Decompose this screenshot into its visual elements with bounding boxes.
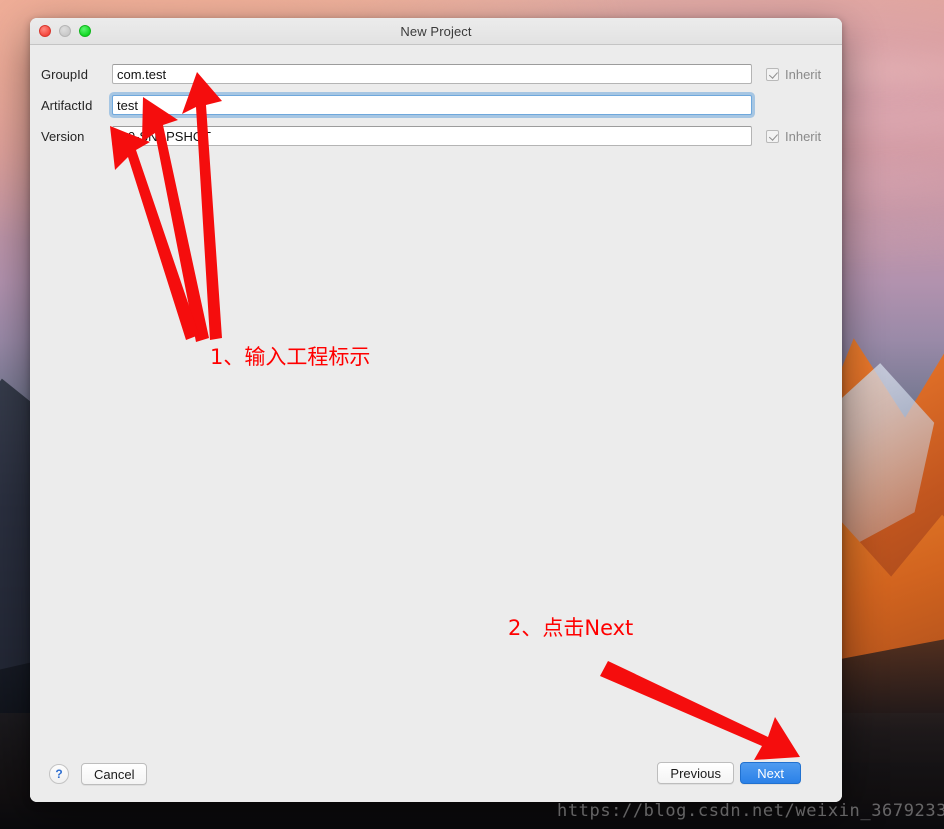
zoom-button-icon[interactable] bbox=[79, 25, 91, 37]
previous-button[interactable]: Previous bbox=[657, 762, 734, 784]
artifactid-input[interactable] bbox=[112, 95, 752, 115]
version-input[interactable] bbox=[112, 126, 752, 146]
artifactid-label: ArtifactId bbox=[41, 97, 93, 113]
version-inherit-label: Inherit bbox=[785, 128, 822, 144]
screen: New Project GroupId Inherit ArtifactId bbox=[0, 0, 944, 829]
dialog-body: GroupId Inherit ArtifactId Version bbox=[30, 45, 842, 802]
next-button[interactable]: Next bbox=[740, 762, 801, 784]
watermark-url: https://blog.csdn.net/weixin_36792339 bbox=[557, 801, 944, 821]
version-label: Version bbox=[41, 128, 85, 144]
help-button[interactable]: ? bbox=[49, 764, 69, 784]
dialog-footer: ? Cancel Previous Next bbox=[30, 746, 842, 802]
groupid-label: GroupId bbox=[41, 66, 88, 82]
window-title: New Project bbox=[400, 23, 472, 39]
form-row-groupid: GroupId Inherit bbox=[30, 63, 842, 85]
groupid-inherit-checkbox[interactable]: Inherit bbox=[766, 67, 821, 82]
cancel-button[interactable]: Cancel bbox=[81, 763, 148, 785]
groupid-input[interactable] bbox=[112, 64, 752, 84]
version-inherit-checkbox[interactable]: Inherit bbox=[766, 129, 821, 144]
checkmark-icon bbox=[766, 129, 779, 143]
minimize-button-icon[interactable] bbox=[59, 25, 71, 37]
form-row-artifactid: ArtifactId bbox=[30, 94, 842, 116]
window-controls bbox=[39, 25, 91, 37]
groupid-inherit-label: Inherit bbox=[785, 66, 822, 82]
dialog-titlebar: New Project bbox=[30, 18, 842, 45]
form-row-version: Version Inherit bbox=[30, 125, 842, 147]
new-project-dialog: New Project GroupId Inherit ArtifactId bbox=[30, 18, 842, 802]
checkmark-icon bbox=[766, 67, 779, 81]
close-button-icon[interactable] bbox=[39, 25, 51, 37]
